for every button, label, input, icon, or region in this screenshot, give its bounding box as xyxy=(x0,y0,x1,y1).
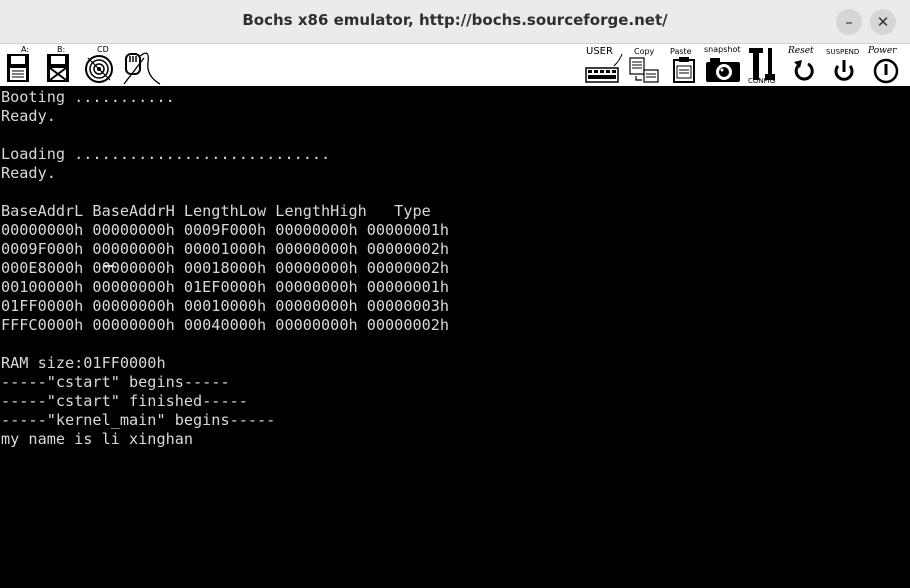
bochs-window: Bochs x86 emulator, http://bochs.sourcef… xyxy=(0,0,910,588)
memory-map-row: 00100000h 00000000h 01EF0000h 00000000h … xyxy=(1,278,450,296)
memory-map-header: BaseAddrL BaseAddrH LengthLow LengthHigh… xyxy=(1,202,431,220)
reset-button[interactable]: Reset xyxy=(786,44,826,86)
mouse-icon xyxy=(123,52,161,85)
console-line: my name is li xinghan xyxy=(1,430,194,448)
memory-map-row: 01FF0000h 00000000h 00010000h 00000000h … xyxy=(1,297,450,315)
text-cursor xyxy=(103,265,114,267)
suspend-icon xyxy=(834,60,854,81)
ram-size-line: RAM size:01FF0000h xyxy=(1,354,166,372)
copy-icon xyxy=(629,57,659,83)
memory-map-row: 000E8000h 00000000h 00018000h 00000000h … xyxy=(1,259,450,277)
floppy-b-icon xyxy=(47,54,69,82)
cdrom-button[interactable]: CD xyxy=(84,44,118,86)
mouse-button[interactable] xyxy=(120,44,162,86)
reset-icon xyxy=(794,60,814,81)
copy-button[interactable]: Copy xyxy=(628,44,662,86)
config-label: CONFIG xyxy=(748,77,776,85)
console-line: Loading ............................ xyxy=(1,145,331,163)
keyboard-icon xyxy=(585,53,623,83)
close-button[interactable]: ✕ xyxy=(870,9,896,35)
bochs-toolbar: A: B: CD USER Copy Paste snapshot CONFIG… xyxy=(0,44,910,87)
power-button[interactable]: Power xyxy=(866,44,908,86)
cdrom-icon xyxy=(85,55,113,83)
snapshot-camera-icon xyxy=(706,58,740,82)
floppy-a-button[interactable]: A: xyxy=(4,44,36,86)
window-title: Bochs x86 emulator, http://bochs.sourcef… xyxy=(242,11,668,29)
power-icon xyxy=(873,58,899,84)
paste-icon xyxy=(673,57,695,83)
console-line: -----"cstart" finished----- xyxy=(1,392,248,410)
console-line: Booting ........... xyxy=(1,88,175,106)
config-button[interactable]: CONFIG xyxy=(746,44,786,86)
memory-map-row: 0009F000h 00000000h 00001000h 00000000h … xyxy=(1,240,450,258)
console-line: -----"cstart" begins----- xyxy=(1,373,230,391)
title-bar[interactable]: Bochs x86 emulator, http://bochs.sourcef… xyxy=(0,0,910,44)
floppy-b-button[interactable]: B: xyxy=(44,44,76,86)
snapshot-button[interactable]: snapshot xyxy=(702,44,746,86)
console-line: -----"kernel_main" begins----- xyxy=(1,411,276,429)
console-screen[interactable]: Booting ........... Ready. Loading .......… xyxy=(0,87,910,588)
memory-map-row: 00000000h 00000000h 0009F000h 00000000h … xyxy=(1,221,450,239)
suspend-button[interactable]: SUSPEND xyxy=(826,44,866,86)
console-line: Ready. xyxy=(1,107,56,125)
paste-button[interactable]: Paste xyxy=(668,44,702,86)
console-output: Booting ........... Ready. Loading .......… xyxy=(1,88,449,449)
floppy-a-icon xyxy=(7,54,29,82)
memory-map-row: FFFC0000h 00000000h 00040000h 00000000h … xyxy=(1,316,450,334)
user-keyboard-button[interactable]: USER xyxy=(584,44,624,86)
console-line: Ready. xyxy=(1,164,56,182)
minimize-button[interactable]: – xyxy=(836,9,862,35)
